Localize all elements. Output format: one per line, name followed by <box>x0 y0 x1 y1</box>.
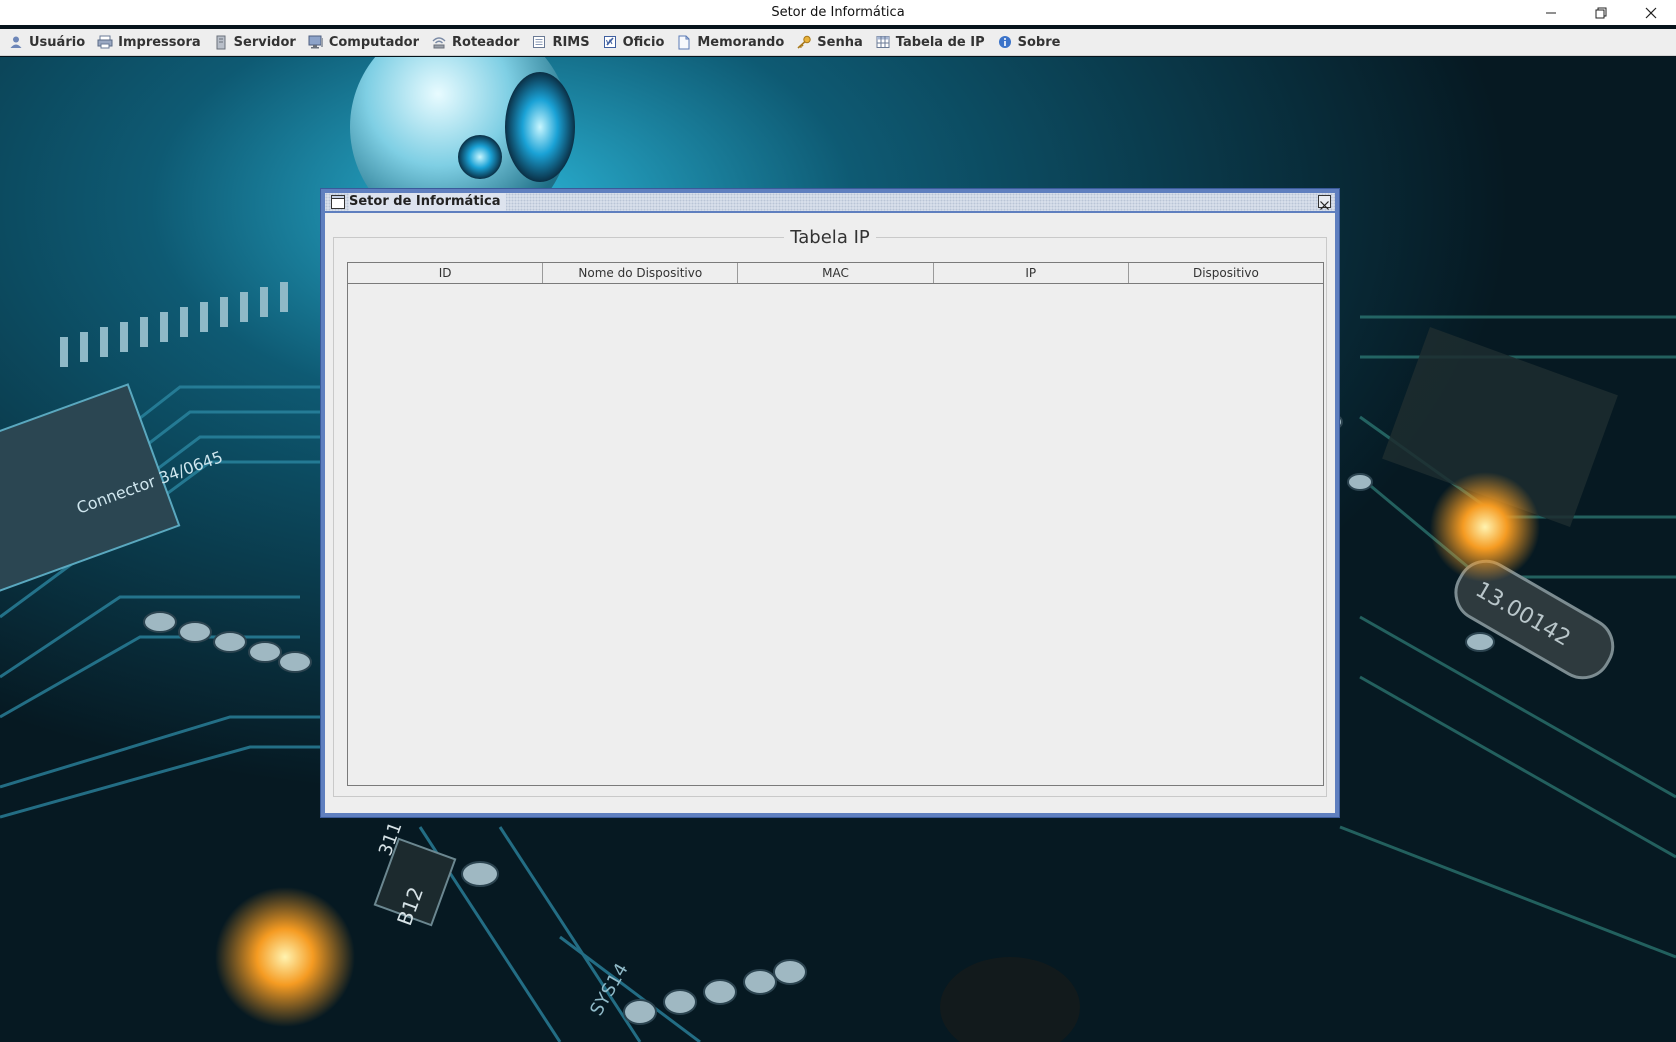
ip-table-window: Setor de Informática Tabela IP ID Nome d… <box>320 188 1340 818</box>
panel-title: Tabela IP <box>784 227 876 248</box>
menu-sobre[interactable]: Sobre <box>993 30 1067 55</box>
column-header-id[interactable]: ID <box>348 263 544 283</box>
menu-label: Roteador <box>452 34 520 50</box>
ip-table[interactable]: ID Nome do Dispositivo MAC IP Dispositiv… <box>347 262 1324 786</box>
column-header-ip[interactable]: IP <box>934 263 1129 283</box>
document-icon <box>531 34 547 50</box>
application-window: Setor de Informática Usuário Impressora … <box>0 0 1676 1042</box>
menu-label: Senha <box>817 34 863 50</box>
menu-usuario[interactable]: Usuário <box>4 30 91 55</box>
menu-label: Tabela de IP <box>895 34 985 50</box>
table-header: ID Nome do Dispositivo MAC IP Dispositiv… <box>348 263 1323 284</box>
window-titlebar[interactable]: Setor de Informática <box>0 0 1676 25</box>
menu-label: Sobre <box>1017 34 1061 50</box>
internal-frame-content: Tabela IP ID Nome do Dispositivo MAC IP … <box>325 213 1335 813</box>
column-header-device-name[interactable]: Nome do Dispositivo <box>543 263 739 283</box>
column-header-mac[interactable]: MAC <box>738 263 934 283</box>
key-icon <box>796 34 812 50</box>
menu-bar: Usuário Impressora Servidor Computador R… <box>0 29 1676 56</box>
router-icon <box>431 34 447 50</box>
column-header-device[interactable]: Dispositivo <box>1129 263 1323 283</box>
close-icon <box>1645 7 1657 18</box>
edit-document-icon <box>602 34 618 50</box>
minimize-icon <box>1546 12 1556 13</box>
restore-button[interactable] <box>1576 0 1626 25</box>
ip-table-panel: Tabela IP ID Nome do Dispositivo MAC IP … <box>333 227 1327 797</box>
menu-impressora[interactable]: Impressora <box>93 30 207 55</box>
internal-frame-close-button[interactable] <box>1318 195 1331 210</box>
menu-memorando[interactable]: Memorando <box>672 30 790 55</box>
menu-oficio[interactable]: Oficio <box>598 30 671 55</box>
menu-rims[interactable]: RIMS <box>527 30 595 55</box>
menu-servidor[interactable]: Servidor <box>209 30 302 55</box>
close-icon <box>1320 201 1329 210</box>
server-icon <box>213 34 229 50</box>
frame-window-icon <box>331 195 345 209</box>
table-body[interactable] <box>348 284 1323 786</box>
menu-label: Computador <box>328 34 420 50</box>
minimize-button[interactable] <box>1526 0 1576 25</box>
menu-label: Impressora <box>118 34 201 50</box>
printer-icon <box>97 34 113 50</box>
menu-label: Usuário <box>29 34 86 50</box>
menu-tabela-de-ip[interactable]: Tabela de IP <box>871 30 991 55</box>
user-icon <box>8 34 24 50</box>
computer-icon <box>308 34 324 50</box>
close-button[interactable] <box>1626 0 1676 25</box>
led-light-left <box>215 887 355 1027</box>
menu-roteador[interactable]: Roteador <box>427 30 525 55</box>
internal-frame-title: Setor de Informática <box>349 193 507 211</box>
menu-computador[interactable]: Computador <box>304 30 425 55</box>
table-icon <box>875 34 891 50</box>
led-light-right <box>1430 472 1540 582</box>
menu-label: Oficio <box>622 34 665 50</box>
restore-icon <box>1595 7 1607 18</box>
window-title: Setor de Informática <box>771 5 905 20</box>
menu-label: Servidor <box>233 34 296 50</box>
internal-frame-titlebar[interactable]: Setor de Informática <box>325 193 1335 211</box>
menu-senha[interactable]: Senha <box>792 30 868 55</box>
info-icon <box>997 34 1013 50</box>
menu-label: Memorando <box>697 34 785 50</box>
memo-icon <box>676 34 692 50</box>
menu-label: RIMS <box>552 34 590 50</box>
